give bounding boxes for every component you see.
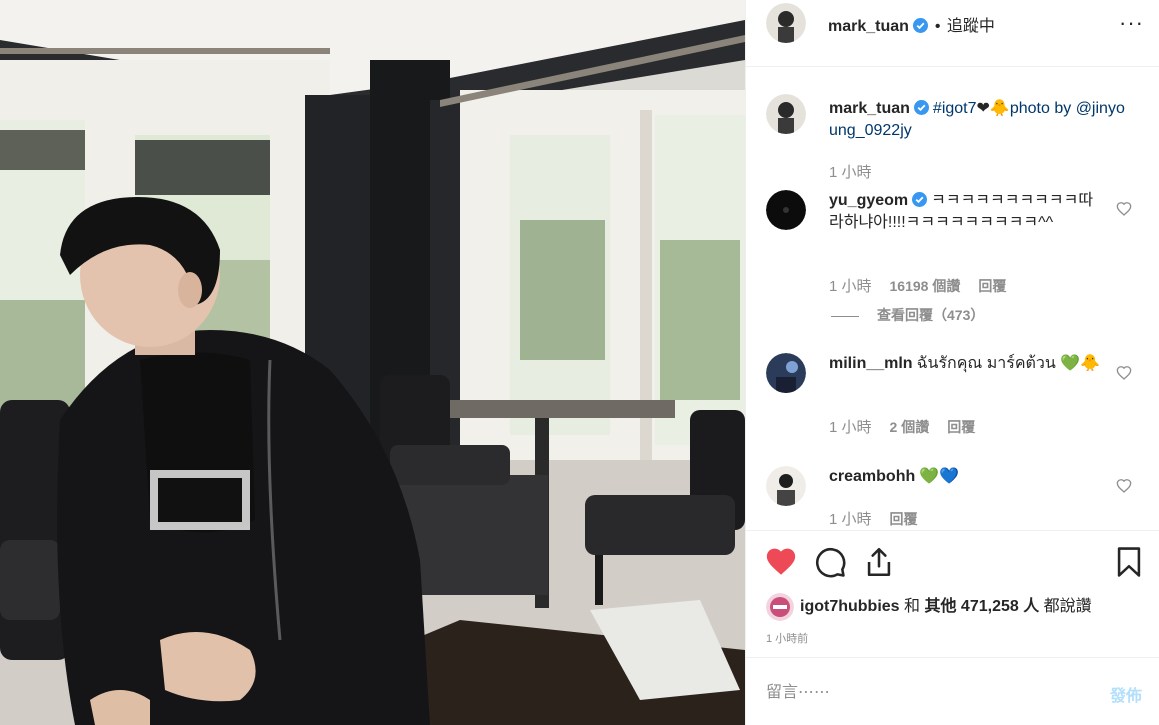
commenter-avatar[interactable] [766, 190, 806, 230]
author-avatar[interactable] [766, 94, 806, 134]
like-comment-heart-icon[interactable] [1116, 365, 1132, 381]
comment-bubble-icon[interactable] [813, 545, 847, 579]
post-comment-button[interactable]: 發佈 [1110, 682, 1142, 706]
post-timestamp[interactable]: 1 小時前 [766, 630, 808, 646]
comment-text: 💚💙 [919, 468, 960, 485]
commenter-username[interactable]: yu_gyeom [829, 192, 908, 209]
comment-form: 發佈 [746, 657, 1159, 725]
comment-meta: 1 小時 2 個讚 回覆 [829, 416, 993, 437]
comments-list[interactable]: mark_tuan #igot7❤🐥photo by @jinyoung_0922… [746, 68, 1159, 530]
comment-meta: 1 小時 16198 個讚 回覆 [829, 275, 1024, 296]
reply-button[interactable]: 回覆 [978, 278, 1006, 294]
author-username[interactable]: mark_tuan [828, 18, 909, 35]
comment-input[interactable] [766, 680, 1086, 706]
bookmark-icon[interactable] [1112, 545, 1146, 579]
comment-time[interactable]: 1 小時 [829, 511, 872, 528]
commenter-username[interactable]: creambohh [829, 468, 915, 485]
share-icon[interactable] [862, 545, 896, 579]
like-comment-heart-icon[interactable] [1116, 478, 1132, 494]
likes-connector: 和 [904, 598, 921, 615]
comment-time[interactable]: 1 小時 [829, 419, 872, 436]
separator-dot: • [934, 18, 941, 35]
hashtag-link[interactable]: #igot7 [933, 100, 977, 117]
liker-avatar[interactable] [766, 592, 794, 621]
post-header: mark_tuan • 追蹤中 ··· [746, 0, 1159, 67]
comment-likes[interactable]: 16198 個讚 [890, 278, 961, 294]
author-avatar[interactable] [766, 3, 806, 43]
reply-button[interactable]: 回覆 [947, 419, 975, 435]
verified-badge-icon [913, 100, 929, 115]
caption-text: photo by [1009, 100, 1072, 117]
caption-username[interactable]: mark_tuan [829, 100, 910, 117]
caption-emoji: ❤🐥 [976, 100, 1010, 117]
comment-time[interactable]: 1 小時 [829, 278, 872, 295]
likes-suffix: 都說讚 [1043, 598, 1092, 615]
commenter-avatar[interactable] [766, 353, 806, 393]
photo-of-man-in-cafe [0, 0, 745, 725]
caption-meta: 1 小時 [829, 161, 890, 182]
caption-time[interactable]: 1 小時 [829, 164, 872, 181]
header-user-line: mark_tuan • 追蹤中 [828, 12, 995, 36]
commenter-avatar[interactable] [766, 466, 806, 506]
ellipsis-icon[interactable]: ··· [1119, 10, 1144, 36]
post-photo[interactable] [0, 0, 745, 725]
liker-username[interactable]: igot7hubbies [800, 598, 900, 615]
action-bar: igot7hubbies 和 其他 471,258 人 都說讚 1 小時前 [746, 530, 1159, 656]
view-replies-label: 查看回覆（473） [877, 307, 985, 323]
verified-badge-icon [912, 192, 928, 207]
heart-filled-icon[interactable] [764, 545, 798, 579]
reply-button[interactable]: 回覆 [890, 511, 918, 527]
comment-text: ฉันรักคุณ มาร์คต้วน 💚🐥 [916, 355, 1101, 372]
post-detail-panel: mark_tuan • 追蹤中 ··· mark_tuan #igot7❤🐥pho… [745, 0, 1159, 725]
commenter-username[interactable]: milin__mln [829, 355, 913, 372]
likes-summary: igot7hubbies 和 其他 471,258 人 都說讚 [766, 592, 1092, 621]
like-comment-heart-icon[interactable] [1116, 201, 1132, 217]
view-replies-button[interactable]: 查看回覆（473） [831, 305, 984, 325]
follow-status-button[interactable]: 追蹤中 [947, 18, 995, 35]
comment-meta: 1 小時 回覆 [829, 508, 936, 529]
verified-badge-icon [913, 18, 929, 33]
likes-count[interactable]: 其他 471,258 人 [924, 598, 1039, 615]
comment-likes[interactable]: 2 個讚 [890, 419, 930, 435]
divider-line [831, 315, 859, 317]
